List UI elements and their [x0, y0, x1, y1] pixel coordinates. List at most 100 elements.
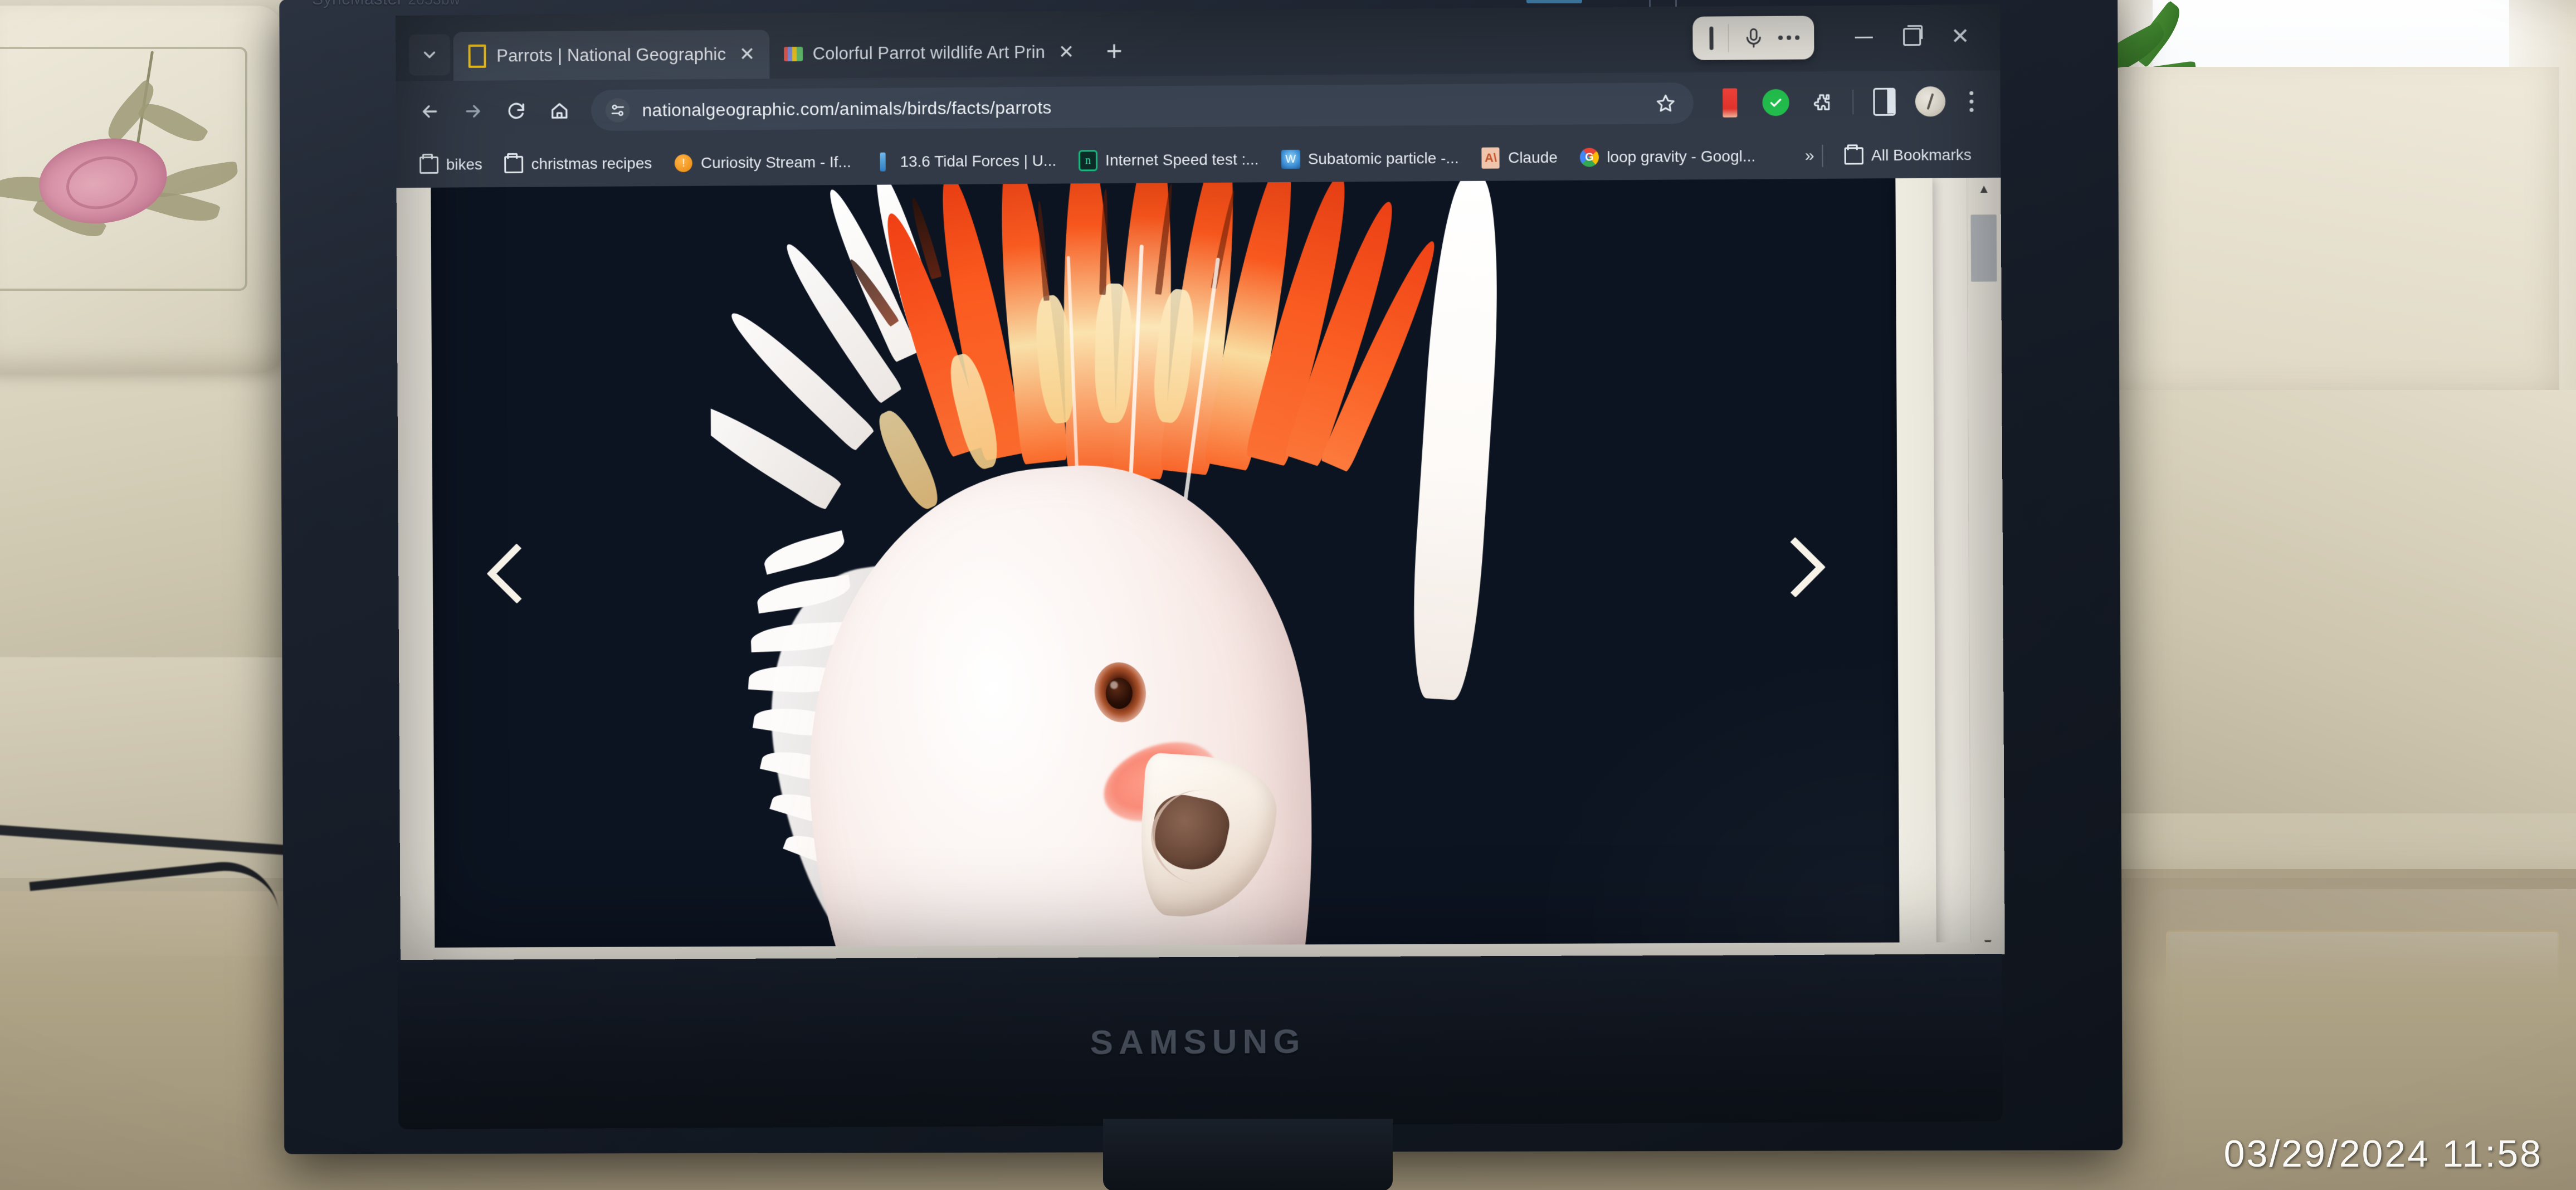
microphone-icon[interactable]	[1741, 26, 1766, 50]
bookmarks-overflow-area: » All Bookmarks	[1805, 138, 1989, 173]
bookmark-star-icon[interactable]	[1652, 90, 1679, 116]
reload-button[interactable]	[495, 89, 538, 133]
divider	[1822, 144, 1823, 167]
tab-strip: Parrots | National Geographic ✕ Colorful…	[396, 4, 2001, 81]
forward-button[interactable]	[451, 89, 495, 133]
close-icon: ✕	[1950, 24, 1970, 49]
color-swatch-icon	[783, 45, 803, 64]
bookmark-label: bikes	[446, 155, 482, 173]
monitor-model-label: SyncMaster 2053bw	[312, 0, 657, 16]
three-dot-menu-icon[interactable]	[1954, 81, 1988, 121]
tune-icon[interactable]	[605, 97, 630, 123]
chevron-down-icon	[420, 45, 439, 64]
bookmark-label: Internet Speed test :...	[1105, 150, 1259, 169]
eye-highlight	[1110, 681, 1118, 689]
right-sofa-seat	[2075, 390, 2576, 813]
tab-title: Colorful Parrot wildlife Art Prin	[812, 42, 1046, 64]
all-bookmarks-button[interactable]: All Bookmarks	[1833, 138, 1983, 173]
monitor-screen: Parrots | National Geographic ✕ Colorful…	[396, 4, 2005, 960]
bookmark-label: christmas recipes	[531, 154, 652, 173]
window-controls: ✕	[1692, 14, 1984, 60]
cursor-bar-icon	[1709, 26, 1714, 50]
tab-parrots-national-geographic[interactable]: Parrots | National Geographic ✕	[453, 30, 770, 81]
extensions-puzzle-icon[interactable]	[1800, 80, 1844, 124]
samsung-logo: SAMSUNG	[1090, 1022, 1306, 1062]
extension-check-icon[interactable]	[1754, 81, 1798, 125]
divider	[1728, 24, 1729, 52]
photo-frame	[428, 178, 1901, 960]
arrow-left-icon	[419, 101, 441, 122]
folder-icon	[504, 155, 524, 174]
toolbar-right-cluster	[1704, 79, 1988, 125]
bookmark-subatomic-particle[interactable]: W Subatomic particle -...	[1270, 141, 1470, 177]
curiosity-stream-icon: !	[674, 154, 693, 173]
cockatoo-photo	[709, 178, 1583, 960]
tidal-icon	[874, 152, 892, 172]
bookmark-tidal-forces[interactable]: 13.6 Tidal Forces | U...	[862, 144, 1068, 179]
wikipedia-icon: W	[1281, 149, 1300, 169]
side-panel-icon[interactable]	[1862, 80, 1906, 124]
copilot-pill[interactable]	[1692, 16, 1814, 60]
next-image-button[interactable]	[1753, 525, 1837, 609]
bookmark-internet-speed-test[interactable]: n Internet Speed test :...	[1067, 142, 1270, 178]
previous-image-button[interactable]	[475, 531, 558, 615]
reload-icon	[506, 100, 527, 121]
google-icon	[1579, 148, 1599, 167]
divider	[1852, 90, 1854, 115]
tab-close-button[interactable]: ✕	[736, 43, 758, 65]
page-scrollbar[interactable]: ▲ ▼	[1967, 177, 2005, 955]
photograph-of-monitor: SyncMaster 2053bw 2ms	[0, 0, 2576, 1190]
bookmark-label: loop gravity - Googl...	[1607, 147, 1756, 166]
page-content: ▲ ▼	[396, 177, 2005, 960]
home-button[interactable]	[538, 89, 581, 132]
tab-colorful-parrot-art-print[interactable]: Colorful Parrot wildlife Art Prin ✕	[769, 27, 1089, 79]
bookmark-curiosity-stream[interactable]: ! Curiosity Stream - If...	[663, 145, 862, 181]
scrollbar-thumb[interactable]	[1970, 214, 1997, 282]
back-button[interactable]	[408, 90, 452, 133]
monitor-sticker-blue	[1526, 0, 1582, 3]
tab-title: Parrots | National Geographic	[496, 44, 726, 66]
bookmarks-overflow-button[interactable]: »	[1805, 147, 1812, 165]
eye-pupil	[1105, 677, 1133, 709]
home-icon	[549, 100, 570, 121]
monitor-brand-text: SyncMaster	[312, 0, 403, 8]
extension-red-icon[interactable]	[1708, 81, 1752, 125]
page-right-margin	[1895, 178, 1937, 955]
scroll-up-button[interactable]: ▲	[1978, 178, 1990, 200]
natgeo-icon	[468, 44, 487, 68]
chevron-left-icon	[486, 543, 547, 604]
new-tab-button[interactable]: +	[1096, 33, 1132, 69]
right-sofa-back	[2102, 67, 2559, 412]
chrome-browser-window: Parrots | National Geographic ✕ Colorful…	[396, 4, 2005, 960]
bookmark-label: Curiosity Stream - If...	[700, 153, 851, 172]
monitor-model-number: 2053bw	[408, 0, 460, 8]
close-window-button[interactable]: ✕	[1936, 14, 1984, 58]
monitor-stand-neck	[1103, 1119, 1393, 1190]
claude-icon: A\	[1481, 147, 1500, 169]
photo-gallery-viewer	[428, 178, 1901, 960]
tab-search-button[interactable]	[409, 34, 450, 76]
bookmark-bikes[interactable]: bikes	[408, 147, 494, 182]
monitor-chin: SAMSUNG	[397, 953, 2003, 1130]
copilot-more-icon[interactable]	[1778, 35, 1800, 40]
bookmark-label: Claude	[1507, 148, 1558, 167]
tab-close-button[interactable]: ✕	[1055, 41, 1077, 63]
samsung-monitor: SyncMaster 2053bw 2ms	[279, 0, 2123, 1190]
folder-icon	[419, 155, 439, 174]
scrollbar-track[interactable]	[1967, 200, 2004, 932]
browser-toolbar: nationalgeographic.com/animals/birds/fac…	[396, 70, 2001, 143]
bookmark-claude[interactable]: A\ Claude	[1470, 140, 1569, 175]
arrow-right-icon	[462, 101, 484, 122]
bookmark-label: 13.6 Tidal Forces | U...	[900, 152, 1057, 170]
folder-icon	[1844, 146, 1864, 165]
bookmark-christmas-recipes[interactable]: christmas recipes	[494, 146, 663, 182]
response-time-sticker: 2ms	[1603, 0, 1632, 3]
chevron-right-icon	[1764, 537, 1826, 598]
address-bar[interactable]: nationalgeographic.com/animals/birds/fac…	[591, 82, 1694, 131]
photo-timestamp: 03/29/2024 11:58	[2223, 1133, 2543, 1175]
maximize-restore-button[interactable]	[1888, 15, 1936, 59]
avatar-icon[interactable]	[1909, 80, 1953, 124]
bookmark-label: Subatomic particle -...	[1307, 149, 1459, 168]
minimize-button[interactable]	[1840, 15, 1888, 59]
bookmark-loop-gravity-google[interactable]: loop gravity - Googl...	[1569, 139, 1767, 174]
